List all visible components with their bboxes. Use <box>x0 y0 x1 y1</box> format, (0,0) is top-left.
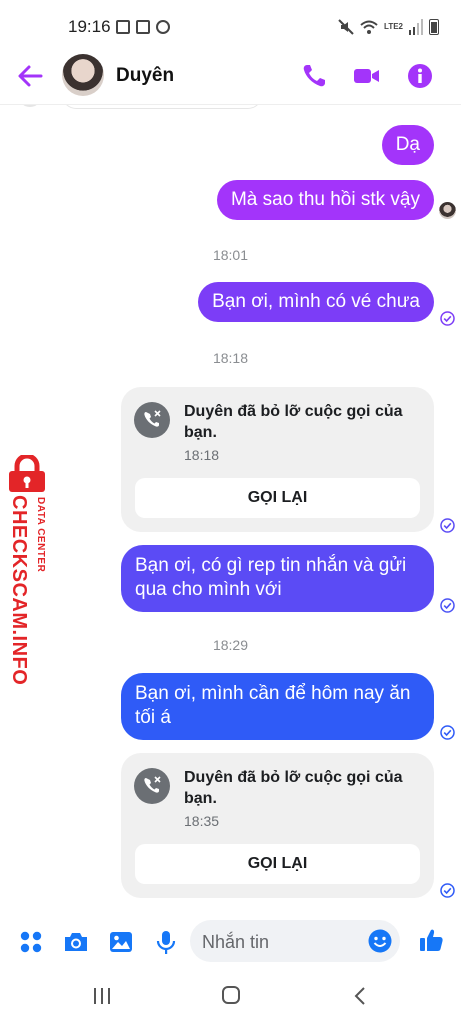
delivered-check-icon <box>440 725 455 740</box>
apps-grid-icon[interactable] <box>18 929 44 955</box>
watermark-main-text: CHECKSCAM.INFO <box>8 495 30 686</box>
delivered-check-icon <box>440 311 455 326</box>
system-icons: LTE2 <box>338 18 439 35</box>
contact-name[interactable]: Duyên <box>116 65 174 87</box>
messenger-notification-icon <box>156 20 170 34</box>
message-bubble[interactable]: Bạn ơi, mình cần để hôm nay ăn tối á <box>121 673 434 740</box>
missed-call-time: 18:35 <box>184 813 220 829</box>
missed-call-text: Duyên đã bỏ lỡ cuộc gọi của bạn. <box>184 769 403 807</box>
signal-icon <box>409 18 423 35</box>
missed-call-time: 18:18 <box>184 447 220 463</box>
chat-thread[interactable]: Dạ Mà sao thu hồi stk vậy 18:01 Bạn ơi, … <box>0 105 461 913</box>
mute-icon <box>338 18 354 35</box>
contact-avatar[interactable] <box>62 54 104 96</box>
gallery-notification-icon <box>116 20 130 34</box>
missed-call-icon-wrap <box>134 768 170 804</box>
timestamp: 18:29 <box>212 637 249 653</box>
call-back-button[interactable]: GỌI LẠI <box>135 478 420 518</box>
status-bar: 19:16 LTE2 <box>0 0 461 52</box>
missed-call-card: Duyên đã bỏ lỡ cuộc gọi của bạn. 18:18 G… <box>121 387 434 532</box>
message-bubble[interactable]: Dạ <box>381 125 434 165</box>
watermark-sub-text: DATA CENTER <box>35 497 46 573</box>
like-thumbs-up-icon[interactable] <box>418 927 444 953</box>
missed-call-icon <box>144 776 161 793</box>
system-nav-bar <box>0 970 461 1024</box>
home-icon[interactable] <box>222 986 240 1004</box>
message-placeholder: Nhắn tin <box>202 932 270 952</box>
status-time: 19:16 <box>68 17 111 36</box>
message-bubble[interactable]: Mà sao thu hồi stk vậy <box>216 180 434 220</box>
message-bubble[interactable]: Bạn ơi, mình có vé chưa <box>198 282 434 322</box>
timestamp: 18:01 <box>212 247 249 263</box>
missed-call-card: Duyên đã bỏ lỡ cuộc gọi của bạn. 18:35 G… <box>121 753 434 898</box>
microphone-icon[interactable] <box>153 929 179 955</box>
notification-icons <box>116 20 170 34</box>
previous-message-bubble <box>62 105 262 109</box>
lock-icon <box>9 455 45 492</box>
emoji-icon[interactable] <box>367 928 393 954</box>
message-composer: Nhắn tin <box>0 913 461 969</box>
phone-call-icon[interactable] <box>300 62 328 90</box>
checkscam-watermark: CHECKSCAM.INFO DATA CENTER <box>2 455 52 685</box>
delivered-check-icon <box>440 598 455 613</box>
app-notification-icon <box>136 20 150 34</box>
gallery-icon[interactable] <box>108 929 134 955</box>
recent-apps-icon[interactable] <box>93 988 111 1004</box>
camera-icon[interactable] <box>63 929 89 955</box>
delivered-check-icon <box>440 518 455 533</box>
nav-back-icon[interactable] <box>354 986 366 1006</box>
wifi-icon <box>360 20 378 34</box>
missed-call-icon-wrap <box>134 402 170 438</box>
message-bubble[interactable]: Bạn ơi, có gì rep tin nhắn và gửi qua ch… <box>121 545 434 612</box>
chat-header: Duyên <box>0 52 461 100</box>
missed-call-text: Duyên đã bỏ lỡ cuộc gọi của bạn. <box>184 403 403 441</box>
call-back-button[interactable]: GỌI LẠI <box>135 844 420 884</box>
info-icon[interactable] <box>406 62 434 90</box>
seen-avatar <box>439 202 456 219</box>
missed-call-icon <box>144 410 161 427</box>
video-call-icon[interactable] <box>352 62 380 90</box>
battery-icon <box>429 19 439 35</box>
back-arrow-icon[interactable] <box>16 62 44 90</box>
timestamp: 18:18 <box>212 350 249 366</box>
previous-avatar <box>18 105 42 107</box>
network-label: LTE2 <box>384 22 403 31</box>
delivered-check-icon <box>440 883 455 898</box>
